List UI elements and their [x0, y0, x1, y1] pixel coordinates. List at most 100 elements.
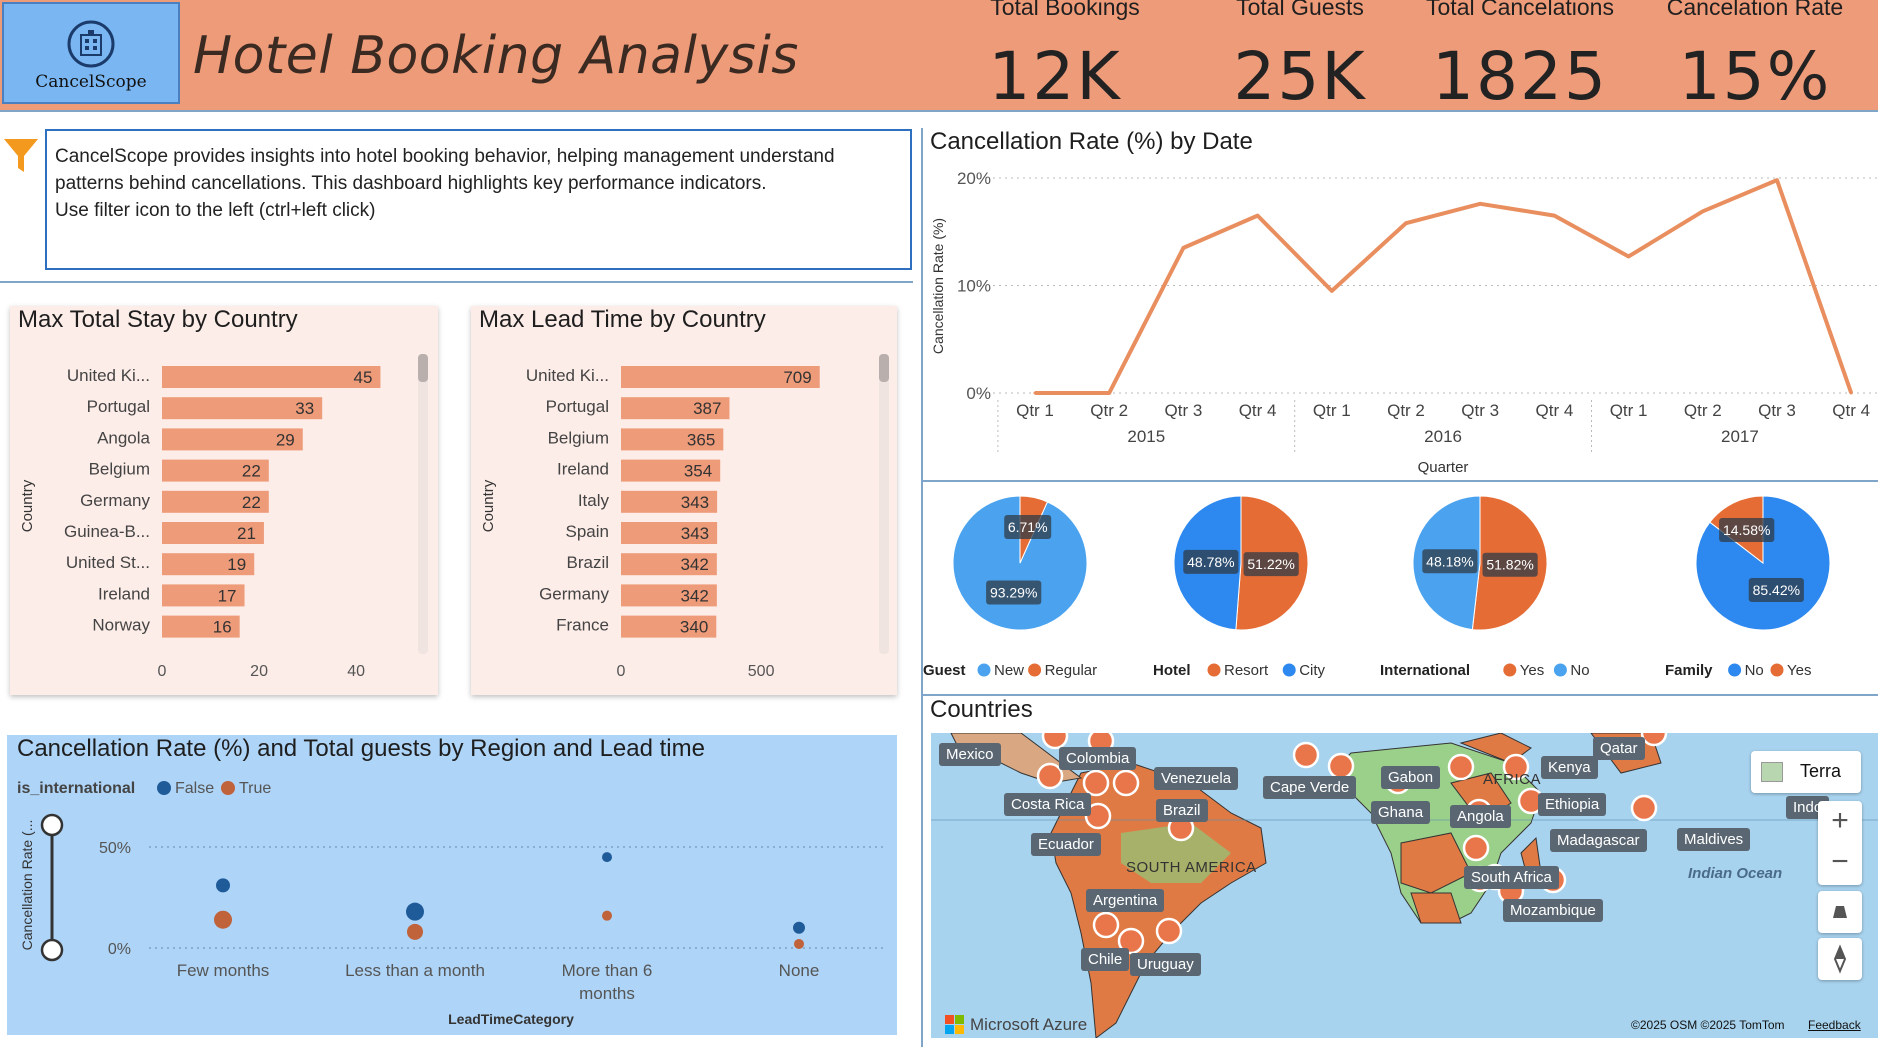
- max-total-stay-panel: Max Total Stay by Country Country United …: [10, 306, 438, 695]
- bar-category-label: Ireland: [557, 460, 609, 479]
- map-feedback-link[interactable]: Feedback: [1808, 1018, 1861, 1032]
- logo-text: CancelScope: [35, 72, 147, 92]
- map-label-brazil[interactable]: Brazil: [1156, 799, 1208, 822]
- pie-value-label: 51.22%: [1247, 556, 1294, 572]
- pie-legend-label: No: [1745, 662, 1764, 679]
- zoom-out-icon[interactable]: −: [1818, 843, 1862, 885]
- x-tick-label: Qtr 3: [1758, 401, 1796, 420]
- bar-category-label: Italy: [578, 491, 610, 510]
- map-marker: [1292, 741, 1320, 769]
- map-label-uruguay[interactable]: Uruguay: [1130, 953, 1201, 976]
- pie-legend-title: International: [1380, 662, 1470, 679]
- bar-category-label: Portugal: [87, 397, 150, 416]
- year-label: 2017: [1721, 427, 1759, 446]
- map-label-qatar[interactable]: Qatar: [1593, 737, 1645, 760]
- scatter-chart: is_international False True Cancellation Ra…: [17, 780, 887, 1027]
- x-tick-label: Less than a month: [345, 961, 485, 980]
- line-point: [1478, 202, 1482, 206]
- pie-legend-marker: [1553, 663, 1567, 677]
- divider: [921, 694, 1878, 696]
- map-label-gabon[interactable]: Gabon: [1381, 766, 1441, 789]
- tilt-button[interactable]: [1818, 891, 1862, 933]
- scrollbar-track: [418, 354, 428, 654]
- map-marker: [1112, 769, 1140, 797]
- scatter-point: [407, 923, 423, 940]
- map-label-colombia[interactable]: Colombia: [1059, 747, 1137, 770]
- pie-value-label: 93.29%: [990, 584, 1037, 600]
- bar-category-label: Germany: [80, 491, 150, 510]
- slider-handle-top: [40, 813, 64, 837]
- description-line: patterns behind cancellations. This dash…: [55, 173, 767, 194]
- line-point: [1404, 221, 1408, 225]
- map-label-chile[interactable]: Chile: [1081, 948, 1130, 971]
- bar-category-label: Guinea-B...: [64, 522, 150, 541]
- map-marker: [1630, 794, 1658, 822]
- tilt-icon: [1833, 906, 1847, 918]
- pie-legend-label: Regular: [1045, 662, 1098, 679]
- compass-button[interactable]: [1818, 938, 1862, 980]
- pie-legend-label: City: [1299, 662, 1325, 679]
- map-marker: [1041, 733, 1069, 750]
- map-label-costa-rica[interactable]: Costa Rica: [1004, 793, 1092, 816]
- divider: [0, 281, 913, 283]
- map-marker: [1640, 733, 1668, 747]
- map-marker: [1327, 752, 1355, 780]
- map-label-venezuela[interactable]: Venezuela: [1154, 767, 1239, 790]
- zoom-in-icon[interactable]: +: [1818, 801, 1862, 843]
- chart-title: Cancellation Rate (%) by Date: [930, 128, 1253, 155]
- map-label-madagascar[interactable]: Madagascar: [1550, 829, 1647, 852]
- y-tick-label: 10%: [957, 277, 991, 296]
- line-point: [1107, 391, 1111, 395]
- pie-legend-label: Yes: [1520, 662, 1544, 679]
- map-label-ghana[interactable]: Ghana: [1371, 801, 1431, 824]
- filter-icon[interactable]: [2, 136, 40, 176]
- map-label-argentina[interactable]: Argentina: [1086, 889, 1165, 912]
- line-point: [1330, 289, 1334, 293]
- line-point: [1033, 391, 1037, 395]
- x-tick-label: Qtr 4: [1536, 401, 1574, 420]
- map-label-maldives[interactable]: Maldives: [1677, 828, 1751, 851]
- x-tick-label: 500: [748, 663, 775, 680]
- map-marker: [1082, 769, 1110, 797]
- slider-handle-bottom: [40, 938, 64, 962]
- x-tick-label: Qtr 3: [1165, 401, 1203, 420]
- bar-category-label: Portugal: [546, 397, 609, 416]
- bar-category-label: United Ki...: [526, 366, 609, 385]
- map-label-ethiopia[interactable]: Ethiopia: [1538, 793, 1607, 816]
- map-label-cape-verde[interactable]: Cape Verde: [1263, 776, 1357, 799]
- pie-legend-marker: [1028, 663, 1042, 677]
- scatter-point: [216, 878, 230, 893]
- x-tick-label: 0: [158, 663, 167, 680]
- bar-value-label: 17: [218, 586, 237, 605]
- bar-value-label: 22: [242, 462, 261, 481]
- line-point: [1256, 214, 1260, 218]
- scrollbar-thumb: [418, 354, 428, 382]
- scrollbar-thumb: [879, 354, 889, 382]
- kpi-total-cancelations-label: Total Cancelations: [1426, 0, 1614, 20]
- map-label-kenya[interactable]: Kenya: [1541, 756, 1598, 779]
- map-label-south-africa[interactable]: South Africa: [1464, 866, 1559, 889]
- pie-value-label: 6.71%: [1008, 519, 1048, 535]
- x-tick-label: Qtr 1: [1610, 401, 1648, 420]
- map-label-angola[interactable]: Angola: [1450, 805, 1511, 828]
- x-tick-label: 40: [347, 663, 365, 680]
- bar-category-label: Norway: [92, 616, 150, 635]
- pie-legend-title: Guest: [923, 662, 966, 679]
- x-tick-label: Qtr 1: [1016, 401, 1054, 420]
- pie-legend-marker: [1728, 663, 1742, 677]
- legend-marker-true: [221, 781, 235, 795]
- pie-value-label: 85.42%: [1753, 582, 1800, 598]
- bar-value-label: 343: [681, 493, 709, 512]
- countries-map[interactable]: Mexico Colombia Venezuela Costa Rica Bra…: [931, 733, 1878, 1038]
- year-label: 2016: [1424, 427, 1462, 446]
- map-label-ecuador[interactable]: Ecuador: [1031, 833, 1101, 856]
- x-tick-label: months: [579, 984, 635, 1003]
- bar-value-label: 45: [354, 368, 373, 387]
- map-label-mozambique[interactable]: Mozambique: [1503, 899, 1603, 922]
- map-style-button[interactable]: Terra: [1751, 751, 1861, 793]
- map-label-mexico[interactable]: Mexico: [939, 743, 1001, 766]
- bar-category-label: Belgium: [548, 428, 609, 447]
- x-tick-label: None: [779, 961, 820, 980]
- x-tick-label: Qtr 2: [1090, 401, 1128, 420]
- pie-legend-marker: [977, 663, 991, 677]
